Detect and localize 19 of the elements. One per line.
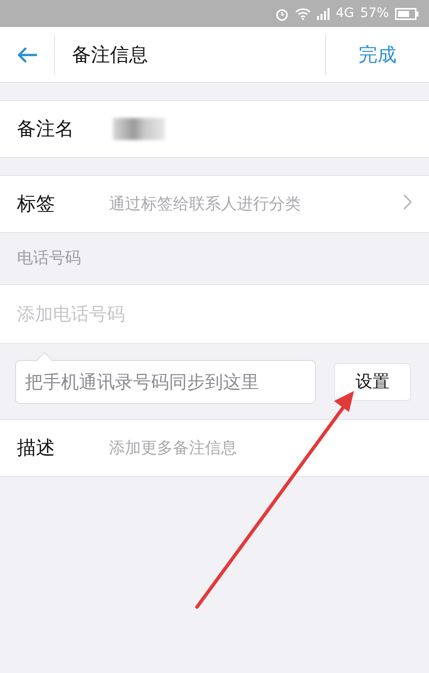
page-title: 备注信息 [71,42,149,68]
battery-percent: 57% [360,6,389,21]
tag-hint[interactable]: 通过标签给联系人进行分类 [109,194,403,214]
network-type: 4G [336,6,354,21]
settings-button[interactable]: 设置 [334,362,411,400]
sync-tip: 把手机通讯录号码同步到这里 [15,360,316,404]
signal-icon [316,8,330,20]
field-label: 描述 [17,436,56,461]
chevron-icon[interactable] [403,194,412,210]
field-label: 备注名 [17,117,75,142]
alarm-icon [274,6,289,20]
battery-icon [395,8,419,20]
back-icon[interactable] [16,46,38,64]
description-input[interactable]: 添加更多备注信息 [109,438,429,458]
field-label: 标签 [17,192,56,217]
wifi-icon [294,7,311,20]
phone-input[interactable]: 添加电话号码 [0,284,429,344]
section-title: 电话号码 [16,247,82,269]
done-button[interactable]: 完成 [325,34,429,74]
